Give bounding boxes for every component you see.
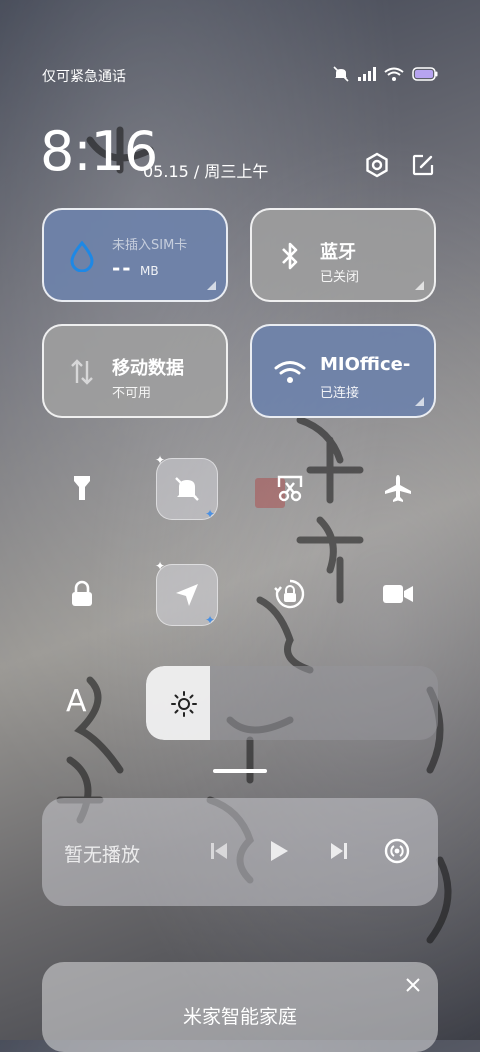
location-toggle[interactable]: ✦ ✦	[155, 559, 218, 627]
cast-icon	[384, 838, 410, 864]
flashlight-icon	[74, 476, 90, 500]
airplane-icon	[385, 475, 411, 502]
auto-brightness-button[interactable]: A	[66, 684, 87, 719]
panel-drag-handle[interactable]	[213, 769, 267, 773]
notification-card[interactable]: 米家智能家庭	[42, 962, 438, 1052]
sparkle-icon: ✦	[204, 613, 215, 627]
rotation-lock-icon	[274, 579, 305, 609]
bluetooth-title: 蓝牙	[320, 242, 356, 263]
sparkle-icon: ✦	[155, 559, 166, 573]
date-weekday: 05.15 / 周三上午	[143, 162, 269, 181]
mobile-data-tile[interactable]: 移动数据 不可用	[42, 324, 228, 418]
bluetooth-tile[interactable]: 蓝牙 已关闭	[250, 208, 436, 302]
next-icon	[331, 843, 347, 859]
airplane-toggle[interactable]	[368, 458, 428, 518]
bluetooth-icon	[274, 240, 306, 272]
edit-icon	[412, 154, 434, 176]
sim-status-label: 未插入SIM卡	[112, 238, 188, 253]
expand-corner-icon	[415, 397, 424, 406]
notification-title: 米家智能家庭	[182, 1006, 297, 1028]
screen-record-toggle[interactable]	[368, 564, 428, 624]
close-icon	[406, 978, 420, 992]
play-icon	[271, 841, 288, 861]
wifi-network-name: MIOffice-	[320, 354, 411, 375]
wifi-status: 已连接	[320, 386, 360, 401]
data-arrows-icon	[66, 356, 98, 388]
sparkle-icon: ✦	[155, 453, 166, 467]
lock-icon	[72, 580, 92, 606]
cast-button[interactable]	[380, 834, 414, 868]
silent-icon	[333, 66, 349, 82]
edit-button[interactable]	[408, 150, 438, 180]
expand-corner-icon	[207, 281, 216, 290]
play-button[interactable]	[262, 834, 296, 868]
next-button[interactable]	[322, 834, 356, 868]
sparkle-icon: ✦	[204, 507, 215, 521]
scissors-icon	[277, 475, 303, 502]
brightness-slider[interactable]	[146, 666, 438, 740]
mobile-data-status: 不可用	[112, 386, 152, 401]
media-status: 暂无播放	[64, 844, 141, 866]
wifi-icon	[274, 356, 306, 388]
bluetooth-status: 已关闭	[320, 270, 360, 285]
sun-icon	[171, 691, 197, 717]
wifi-tile[interactable]: MIOffice- 已连接	[250, 324, 436, 418]
wifi-icon	[384, 67, 404, 81]
notification-close-button[interactable]	[400, 972, 426, 998]
location-icon	[176, 584, 198, 606]
expand-corner-icon	[415, 281, 424, 290]
bell-off-icon	[175, 477, 199, 501]
gear-icon	[366, 152, 388, 178]
mobile-data-title: 移动数据	[112, 358, 184, 379]
media-player-card[interactable]: 暂无播放	[42, 798, 438, 906]
clock: 8:16	[40, 120, 158, 183]
previous-button[interactable]	[202, 834, 236, 868]
settings-button[interactable]	[362, 150, 392, 180]
video-camera-icon	[383, 585, 413, 603]
data-usage-unit: MB	[140, 264, 159, 278]
previous-icon	[211, 843, 227, 859]
flashlight-toggle[interactable]	[52, 458, 112, 518]
rotation-lock-toggle[interactable]	[260, 564, 320, 624]
battery-icon	[412, 67, 438, 81]
sim-data-tile[interactable]: 未插入SIM卡 -- MB	[42, 208, 228, 302]
signal-icon	[358, 67, 376, 81]
water-drop-icon	[66, 240, 98, 272]
carrier-status: 仅可紧急通话	[42, 69, 126, 85]
data-usage-value: --	[112, 256, 133, 280]
status-icons	[332, 66, 438, 82]
screenshot-toggle[interactable]	[260, 458, 320, 518]
status-bar: 仅可紧急通话	[42, 60, 438, 92]
lock-screen-button[interactable]	[52, 564, 112, 624]
mute-toggle[interactable]: ✦ ✦	[155, 453, 218, 521]
